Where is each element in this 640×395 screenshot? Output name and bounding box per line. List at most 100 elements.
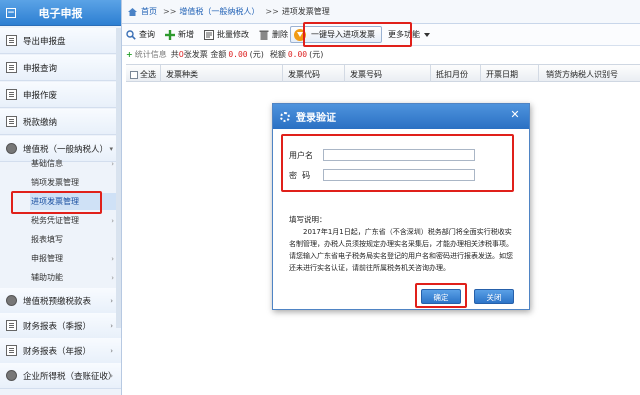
download-icon [294,28,306,41]
sidebar-item-label: 增值税预缴税款表 [23,296,92,307]
sidebar-subitem-label: 税务凭证管理 [31,216,79,225]
column-header-seller-tax-id[interactable]: 销货方纳税人识别号 [546,69,618,80]
column-divider [538,65,539,82]
sidebar-subitem[interactable]: 辅助功能 › [30,269,116,286]
password-input[interactable] [323,169,475,181]
column-header-deduct-month[interactable]: 抵扣月份 [436,69,468,80]
select-all-label: 全选 [140,70,156,79]
sidebar-item[interactable]: 税款缴纳 [0,109,121,135]
add-label: 新增 [178,30,194,39]
batch-edit-button[interactable]: 批量修改 [204,29,249,40]
delete-button[interactable]: 删除 [259,29,288,40]
sidebar-item[interactable]: 财务报表（季报） › [0,313,121,339]
stats-bar: + 统计信息 共 0 张发票 金额 0.00 (元) 税额 0.00 (元) [122,46,640,62]
toolbar: 查询 新增 批量修改 删除 一键导入进项发票 更多功能 [122,24,640,46]
sidebar-subitem-label: 辅助功能 [31,273,63,282]
search-icon [126,29,136,40]
close-icon[interactable]: ✕ [508,108,522,122]
sidebar-item[interactable]: 企业所得税（查账征收） › [0,363,121,389]
select-all[interactable]: 全选 [130,69,156,80]
delete-label: 删除 [272,30,288,39]
add-button[interactable]: 新增 [165,29,194,40]
document-icon [6,89,17,100]
confirm-button[interactable]: 确定 [421,289,461,304]
column-divider [430,65,431,82]
sidebar-subitem[interactable]: 申报管理 › [30,250,116,267]
sidebar-subitem[interactable]: 报表填写 [30,231,116,248]
sidebar-item[interactable]: 财务报表（年报） › [0,338,121,364]
breadcrumb-sep: >> [265,7,279,16]
batch-edit-label: 批量修改 [217,30,249,39]
more-functions-button[interactable]: 更多功能 [388,29,430,40]
sidebar-title: 电子申报 [38,6,83,20]
breadcrumb-level1[interactable]: 增值税（一般纳税人） [179,6,259,17]
sidebar-scrollbar[interactable] [116,28,121,328]
column-divider [480,65,481,82]
sidebar-item-label: 导出申报盘 [23,36,66,47]
document-icon [6,320,17,331]
sidebar-subitem-label: 销项发票管理 [31,178,79,187]
collapse-icon[interactable]: − [6,8,16,18]
column-header-issue-date[interactable]: 开票日期 [486,69,518,80]
sidebar-header[interactable]: − 电子申报 [0,0,121,26]
stats-tax-unit: (元) [309,49,324,59]
breadcrumb-home[interactable]: 首页 [141,6,157,17]
query-button[interactable]: 查询 [126,29,155,40]
sidebar-item-label: 申报查询 [23,63,58,74]
chevron-right-icon: › [110,347,113,355]
breadcrumb: 首页 >> 增值税（一般纳税人） >> 进项发票管理 [122,0,640,24]
sidebar-subitem[interactable]: 税务凭证管理 › [30,212,116,229]
stats-label: 统计信息 [134,49,167,59]
column-header-invoice-type[interactable]: 发票种类 [166,69,198,80]
close-button[interactable]: 关闭 [474,289,514,304]
sidebar-item[interactable]: 导出申报盘 [0,28,121,54]
table-header: 全选 发票种类 发票代码 发票号码 抵扣月份 开票日期 销货方纳税人识别号 [126,64,640,82]
column-divider [160,65,161,82]
sidebar-item[interactable]: 申报查询 [0,55,121,81]
sidebar-subitem-label: 报表填写 [31,235,63,244]
query-label: 查询 [139,30,155,39]
plus-icon [165,29,175,40]
import-invoices-button[interactable]: 一键导入进项发票 [290,26,382,43]
import-label: 一键导入进项发票 [311,30,375,39]
username-input[interactable] [323,149,475,161]
sidebar-item-label: 申报作废 [23,90,58,101]
chevron-right-icon: › [111,273,114,282]
sidebar-subitem[interactable]: 进项发票管理 [30,193,116,210]
username-label: 用户名 [289,150,313,160]
sidebar-subitem-label: 基础信息 [31,159,63,168]
breadcrumb-current: 进项发票管理 [281,7,330,16]
sidebar: − 电子申报 导出申报盘 申报查询 申报作废 税款缴纳 增值税（一般纳税人） ▾ 基础信息… [0,0,122,395]
sidebar-item-label: 增值税（一般纳税人） [23,144,109,155]
note-title: 填写说明： [289,215,327,224]
chevron-right-icon: › [110,297,113,305]
column-header-invoice-code[interactable]: 发票代码 [288,69,320,80]
stats-amount: 0.00 [228,49,248,59]
sidebar-item[interactable]: 增值税预缴税款表 › [0,288,121,314]
column-divider [282,65,283,82]
chevron-right-icon: › [111,216,114,225]
select-all-checkbox[interactable] [130,70,138,79]
stats-tax: 0.00 [287,49,308,59]
sidebar-subitem[interactable]: 销项发票管理 [30,174,116,191]
password-label: 密 码 [289,170,311,180]
currency-icon [6,143,17,154]
delete-icon [259,30,269,40]
chevron-right-icon: › [111,254,114,263]
note-body: 2017年1月1日起，广东省（不含深圳）税务部门将全面实行税收实名制管理，办税人… [289,228,513,272]
currency-icon [6,295,17,306]
gear-icon [280,111,290,122]
stats-total-prefix: 共 [170,49,179,59]
edit-icon [204,29,214,40]
sidebar-subitem-label: 申报管理 [31,254,63,263]
password-row: 密 码 [289,169,475,181]
dialog-titlebar[interactable]: 登录验证 [273,104,529,129]
chevron-right-icon: › [110,322,113,330]
sidebar-item[interactable]: 申报作废 [0,82,121,108]
sidebar-item-label: 财务报表（季报） [23,321,92,332]
column-header-invoice-number[interactable]: 发票号码 [350,69,382,80]
document-icon [6,345,17,356]
more-label: 更多功能 [388,30,420,39]
sidebar-subitem[interactable]: 基础信息 › [30,155,116,172]
username-row: 用户名 [289,149,475,161]
